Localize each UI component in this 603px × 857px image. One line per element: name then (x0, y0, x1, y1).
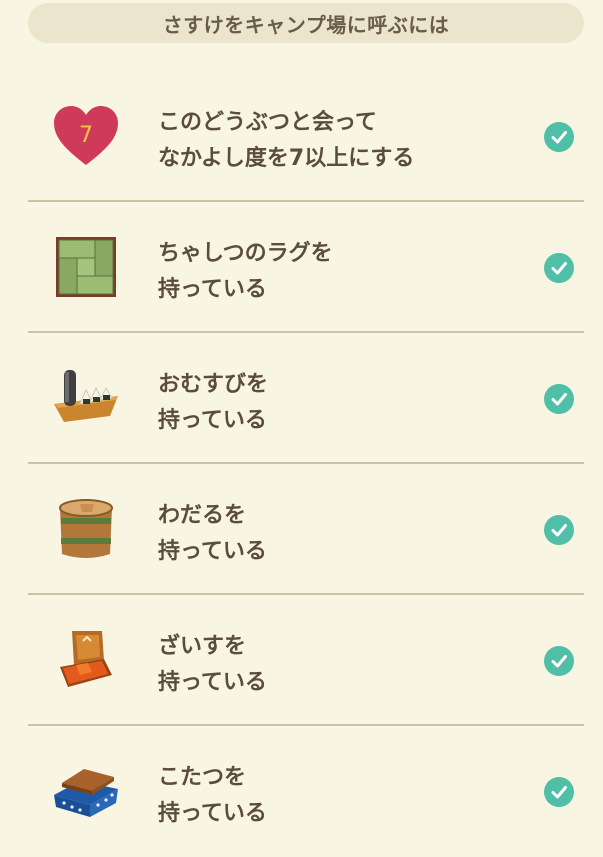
requirement-text: わだるを 持っている (158, 498, 267, 570)
floor-chair-icon (48, 625, 124, 695)
requirement-line1: こたつを (158, 765, 247, 790)
list-item: ちゃしつのラグを 持っている (28, 202, 584, 333)
requirement-text: おむすびを 持っている (158, 367, 268, 439)
requirement-line1: このどうぶつと会って (158, 110, 377, 135)
heart-number: 7 (79, 123, 93, 148)
check-icon (544, 777, 574, 807)
page-title: さすけをキャンプ場に呼ぶには (28, 3, 584, 43)
check-icon (544, 646, 574, 676)
requirement-line2: 持っている (158, 670, 267, 695)
requirement-line2: 持っている (158, 277, 267, 302)
check-icon (544, 384, 574, 414)
list-item: ざいすを 持っている (28, 595, 584, 726)
requirement-text: ざいすを 持っている (158, 629, 267, 701)
requirement-line2: 持っている (158, 801, 267, 826)
list-item: こたつを 持っている (28, 726, 584, 857)
requirement-text: このどうぶつと会って なかよし度を7以上にする (158, 105, 414, 177)
requirement-line1: ざいすを (158, 634, 247, 659)
requirement-text: こたつを 持っている (158, 760, 267, 832)
list-item: わだるを 持っている (28, 464, 584, 595)
check-icon (544, 515, 574, 545)
requirement-text: ちゃしつのラグを 持っている (158, 236, 333, 308)
requirement-line1: おむすびを (158, 372, 269, 397)
check-icon (544, 253, 574, 283)
heart-friendship-icon: 7 (48, 101, 124, 171)
kotatsu-icon (48, 756, 124, 826)
tatami-rug-icon (48, 232, 124, 302)
requirement-line1: わだるを (158, 503, 247, 528)
list-item: 7 このどうぶつと会って なかよし度を7以上にする (28, 71, 584, 202)
requirement-line1: ちゃしつのラグを (158, 241, 333, 266)
wooden-tub-icon (48, 494, 124, 564)
check-icon (544, 122, 574, 152)
requirement-line2: 持っている (158, 408, 267, 433)
requirement-line2: なかよし度を7以上にする (158, 146, 415, 171)
list-item: おむすびを 持っている (28, 333, 584, 464)
requirements-list: 7 このどうぶつと会って なかよし度を7以上にする ちゃしつのラグを 持っている… (28, 71, 584, 857)
rice-ball-platter-icon (48, 363, 124, 433)
camp-invite-requirements: さすけをキャンプ場に呼ぶには 7 このどうぶつと会って なかよし度を7以上にする (0, 0, 603, 853)
requirement-line2: 持っている (158, 539, 267, 564)
